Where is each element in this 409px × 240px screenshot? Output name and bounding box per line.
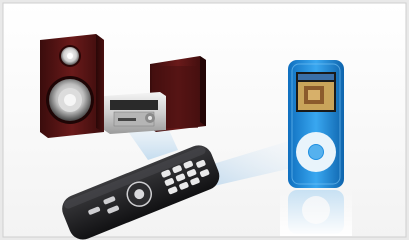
left-speaker bbox=[40, 34, 104, 138]
blue-media-player bbox=[288, 60, 344, 188]
product-image-frame bbox=[0, 0, 409, 240]
product-scene bbox=[0, 0, 409, 240]
micro-system-unit bbox=[104, 92, 166, 134]
